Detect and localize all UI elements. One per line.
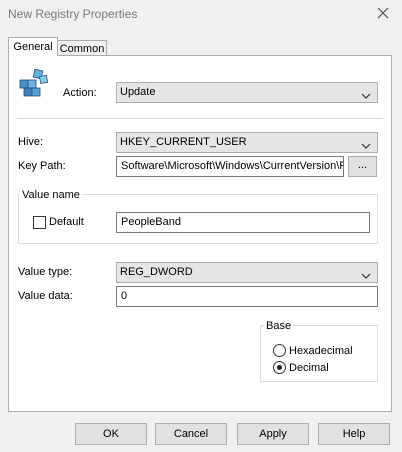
action-value: Update: [120, 86, 156, 98]
decimal-radio[interactable]: [273, 361, 286, 374]
value-type-label: Value type:: [18, 266, 73, 278]
decimal-label: Decimal: [289, 362, 329, 374]
cancel-button[interactable]: Cancel: [155, 423, 227, 445]
tab-general[interactable]: General: [8, 37, 58, 56]
chevron-down-icon: [361, 88, 371, 99]
tab-common-label: Common: [59, 43, 105, 55]
hexadecimal-label: Hexadecimal: [289, 345, 353, 357]
base-group-title: Base: [264, 319, 294, 333]
chevron-down-icon: [361, 268, 371, 279]
value-data-input[interactable]: 0: [116, 286, 378, 307]
separator: [17, 118, 383, 119]
hive-label: Hive:: [18, 136, 44, 148]
action-label: Action:: [63, 87, 97, 99]
keypath-input[interactable]: Software\Microsoft\Windows\CurrentVersio…: [116, 156, 344, 177]
tab-general-label: General: [13, 41, 53, 53]
default-checkbox[interactable]: [33, 216, 46, 229]
value-data-label: Value data:: [18, 290, 73, 302]
hive-value: HKEY_CURRENT_USER: [120, 136, 247, 148]
value-type-dropdown[interactable]: REG_DWORD: [116, 262, 378, 283]
hexadecimal-radio[interactable]: [273, 344, 286, 357]
value-name-input[interactable]: PeopleBand: [116, 212, 370, 233]
default-label: Default: [49, 216, 84, 228]
browse-button[interactable]: ...: [348, 156, 377, 177]
keypath-label: Key Path:: [18, 160, 66, 172]
ok-button[interactable]: OK: [75, 423, 147, 445]
window-title: New Registry Properties: [8, 7, 138, 21]
apply-button[interactable]: Apply: [237, 423, 309, 445]
value-type-value: REG_DWORD: [120, 266, 193, 278]
action-dropdown[interactable]: Update: [116, 82, 378, 103]
value-name-group-title: Value name: [20, 188, 82, 202]
tab-common[interactable]: Common: [57, 40, 107, 56]
general-panel: Action: Update Hive: HKEY_CURRENT_USER K…: [8, 55, 392, 412]
hive-dropdown[interactable]: HKEY_CURRENT_USER: [116, 132, 378, 153]
close-icon[interactable]: [373, 3, 393, 23]
registry-icon: [17, 66, 51, 100]
help-button[interactable]: Help: [318, 423, 390, 445]
chevron-down-icon: [361, 138, 371, 149]
